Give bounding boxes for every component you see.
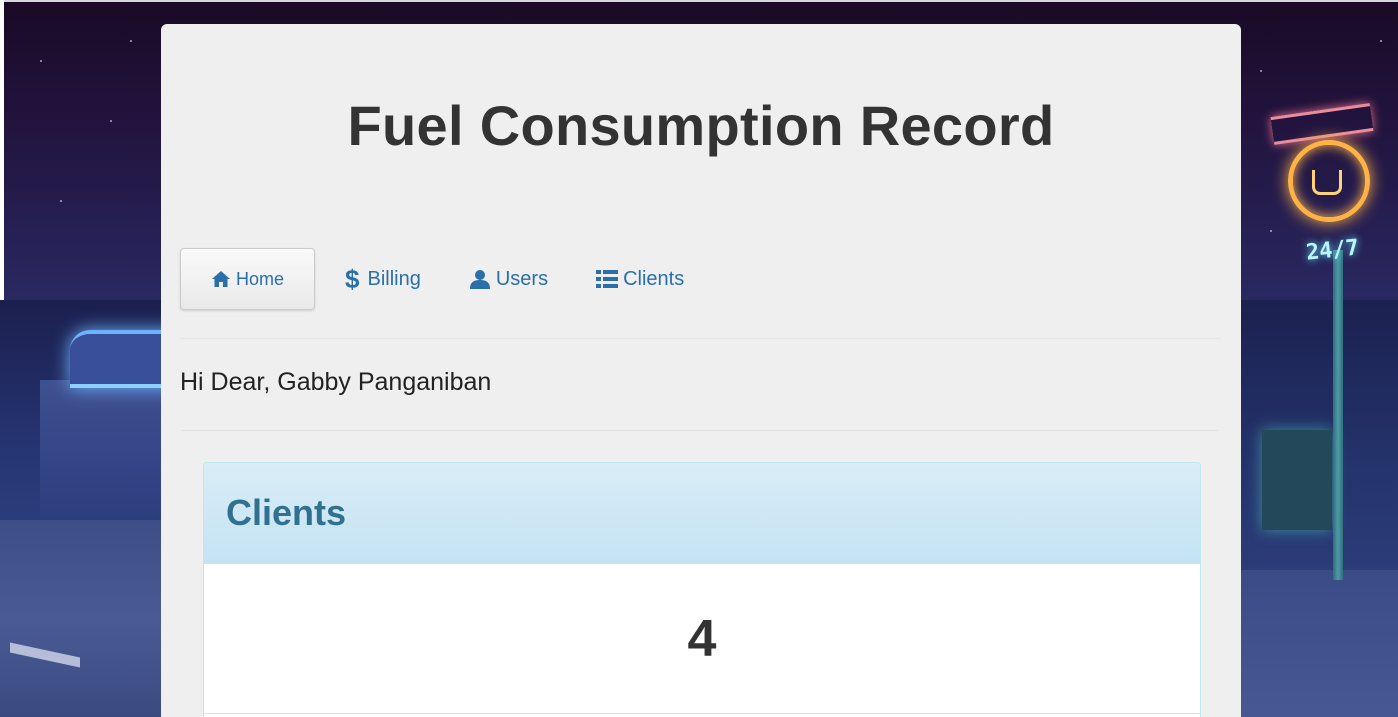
- star: [40, 60, 42, 62]
- nav-billing-label: Billing: [367, 267, 421, 290]
- nav-billing[interactable]: $ Billing: [321, 249, 445, 309]
- page-title: Fuel Consumption Record: [347, 94, 1055, 157]
- nav-divider: [180, 338, 1221, 339]
- clients-panel: Clients 4: [203, 462, 1201, 717]
- nav-users[interactable]: Users: [445, 249, 572, 309]
- nav-users-label: Users: [495, 267, 549, 290]
- dollar-icon: $: [345, 264, 360, 294]
- star: [130, 40, 132, 42]
- star: [1380, 40, 1382, 42]
- greeting-divider: [181, 430, 1218, 431]
- star: [110, 120, 112, 122]
- sign-pole: [1333, 250, 1343, 580]
- right-road: [1240, 570, 1398, 717]
- greeting-text: Hi Dear, Gabby Panganiban: [180, 368, 492, 396]
- neon-24-7-sign: 24/7: [1304, 235, 1361, 266]
- coffee-cup-icon: [1312, 170, 1342, 195]
- panel-footer-divider: [204, 713, 1200, 714]
- clients-panel-body: 4: [204, 564, 1200, 714]
- star: [1270, 230, 1272, 232]
- clients-count: 4: [687, 610, 717, 668]
- nav-home-label: Home: [236, 268, 285, 289]
- nav-clients[interactable]: Clients: [572, 249, 708, 309]
- main-nav: Home $ Billing Users Clients: [180, 248, 708, 310]
- station-light-beam: [40, 380, 170, 530]
- list-icon: [596, 270, 619, 288]
- clients-panel-heading: Clients: [204, 463, 1200, 564]
- user-icon: [469, 269, 491, 289]
- main-card: Fuel Consumption Record Home $ Billing U…: [161, 24, 1241, 717]
- star: [1260, 70, 1262, 72]
- neon-arrow-sign: [1270, 103, 1374, 145]
- background-top-edge: [0, 0, 1398, 2]
- left-road: [0, 520, 170, 717]
- nav-clients-label: Clients: [623, 267, 685, 290]
- clients-panel-title: Clients: [226, 492, 347, 533]
- star: [60, 200, 62, 202]
- nav-home[interactable]: Home: [180, 248, 316, 310]
- roadside-building: [1262, 430, 1332, 530]
- home-icon: [211, 270, 231, 288]
